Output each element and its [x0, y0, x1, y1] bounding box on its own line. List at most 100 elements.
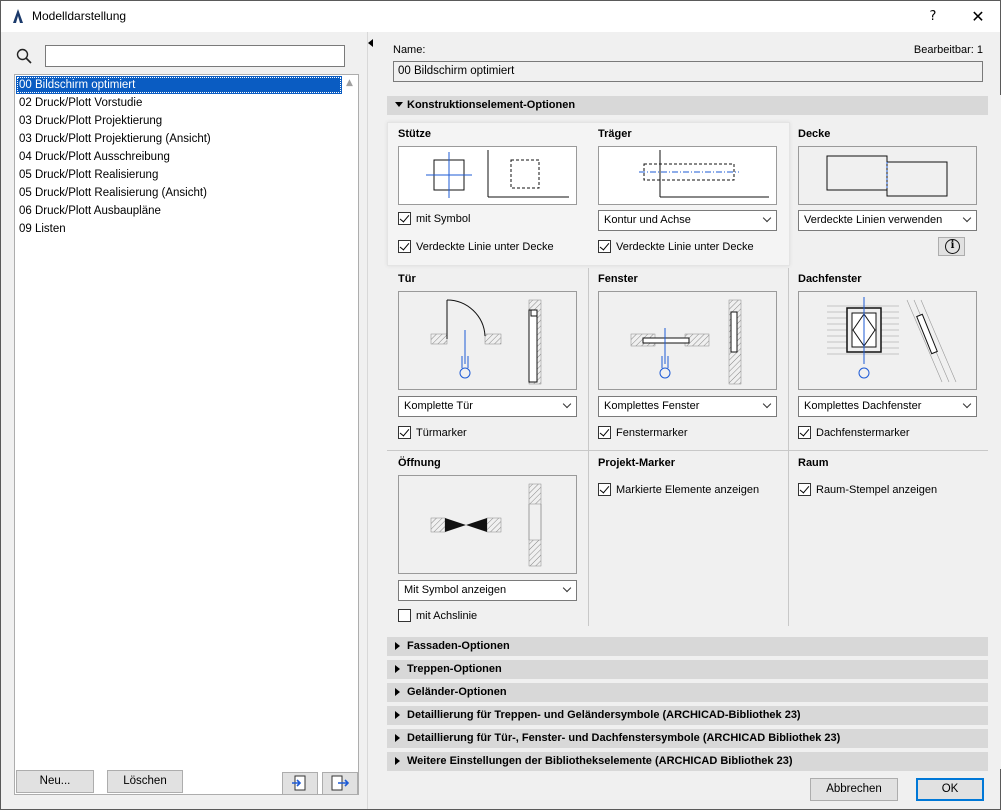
section-title: Konstruktionselement-Optionen — [407, 99, 576, 111]
beam-symbol-icon — [639, 150, 769, 198]
checkbox-icon[interactable] — [398, 609, 411, 622]
window-title: Fenster — [598, 273, 638, 285]
list-item[interactable]: 05 Druck/Plott Realisierung — [16, 166, 342, 184]
checkbox-icon[interactable] — [598, 426, 611, 439]
slab-preview — [798, 146, 977, 205]
dropdown-value: Mit Symbol anzeigen — [404, 584, 507, 596]
editable-label: Bearbeitbar: 1 — [913, 44, 983, 56]
import-button[interactable] — [282, 772, 318, 795]
beam-hidden-line-checkbox[interactable]: Verdeckte Linie unter Decke — [598, 240, 754, 254]
section-railing-options[interactable]: Geländer-Optionen — [387, 683, 988, 702]
collapsed-triangle-icon — [395, 757, 400, 765]
name-field[interactable]: 00 Bildschirm optimiert — [393, 61, 983, 82]
checkbox-label: Verdeckte Linie unter Decke — [616, 241, 754, 253]
project-marker-title: Projekt-Marker — [598, 457, 676, 469]
checkbox-label: Markierte Elemente anzeigen — [616, 484, 760, 496]
checkbox-icon[interactable] — [398, 212, 411, 225]
section-library-settings[interactable]: Weitere Einstellungen der Bibliotheksele… — [387, 752, 988, 771]
chevron-down-icon — [962, 213, 972, 223]
opening-display-dropdown[interactable]: Mit Symbol anzeigen — [398, 580, 577, 601]
search-input[interactable] — [45, 45, 345, 67]
model-display-dialog: Modelldarstellung ? ✕ 00 Bildschirm opti… — [0, 0, 1001, 810]
info-icon: i — [945, 239, 960, 254]
slab-title: Decke — [798, 128, 831, 140]
title-bar: Modelldarstellung ? ✕ — [1, 1, 1000, 32]
window-display-dropdown[interactable]: Komplettes Fenster — [598, 396, 777, 417]
collapsed-triangle-icon — [395, 642, 400, 650]
dropdown-value: Kontur und Achse — [604, 214, 691, 226]
with-symbol-checkbox[interactable]: mit Symbol — [398, 212, 470, 226]
scroll-up-icon[interactable]: ▲ — [342, 76, 357, 91]
help-button[interactable]: ? — [911, 1, 955, 32]
chevron-down-icon — [562, 399, 572, 409]
door-title: Tür — [398, 273, 416, 285]
door-display-dropdown[interactable]: Komplette Tür — [398, 396, 577, 417]
slab-display-dropdown[interactable]: Verdeckte Linien verwenden — [798, 210, 977, 231]
name-label: Name: — [393, 44, 426, 56]
column-symbol-icon — [426, 150, 569, 198]
info-button[interactable]: i — [938, 237, 965, 256]
list-item[interactable]: 02 Druck/Plott Vorstudie — [16, 94, 342, 112]
dropdown-value: Komplettes Dachfenster — [804, 400, 922, 412]
list-item[interactable]: 05 Druck/Plott Realisierung (Ansicht) — [16, 184, 342, 202]
checkbox-icon[interactable] — [798, 483, 811, 496]
beam-display-dropdown[interactable]: Kontur und Achse — [598, 210, 777, 231]
show-room-stamp-checkbox[interactable]: Raum-Stempel anzeigen — [798, 483, 937, 497]
cell-opening: Öffnung Mit Symbol anzeigen mit Achslini… — [388, 453, 588, 628]
list-scrollbar[interactable]: ▲ ▼ — [342, 76, 357, 793]
export-icon — [331, 775, 350, 791]
section-title: Fassaden-Optionen — [407, 640, 510, 652]
archicad-app-icon — [13, 9, 23, 23]
hidden-line-below-slab-checkbox[interactable]: Verdeckte Linie unter Decke — [398, 240, 554, 254]
skylight-marker-checkbox[interactable]: Dachfenstermarker — [798, 426, 910, 440]
checkbox-icon[interactable] — [598, 483, 611, 496]
opening-title: Öffnung — [398, 457, 441, 469]
list-item[interactable]: 03 Druck/Plott Projektierung — [16, 112, 342, 130]
close-button[interactable]: ✕ — [956, 1, 1000, 32]
opening-symbol-icon — [430, 483, 542, 567]
cell-column: Stütze mit Symbol Verdeckte Linie unter … — [388, 124, 588, 264]
section-stair-railing-detail[interactable]: Detaillierung für Treppen- und Geländers… — [387, 706, 988, 725]
section-stair-options[interactable]: Treppen-Optionen — [387, 660, 988, 679]
checkbox-icon[interactable] — [598, 240, 611, 253]
window-marker-checkbox[interactable]: Fenstermarker — [598, 426, 688, 440]
collapse-panel-icon[interactable] — [368, 39, 373, 47]
delete-button[interactable]: Löschen — [107, 770, 183, 793]
cancel-button[interactable]: Abbrechen — [810, 778, 898, 801]
ok-button[interactable]: OK — [916, 778, 984, 801]
door-marker-checkbox[interactable]: Türmarker — [398, 426, 467, 440]
dropdown-value: Verdeckte Linien verwenden — [804, 214, 943, 226]
opening-preview — [398, 475, 577, 574]
checkbox-icon[interactable] — [798, 426, 811, 439]
list-item[interactable]: 09 Listen — [16, 220, 342, 238]
cell-skylight: Dachfenster Komplettes Dachfenster Dachf… — [788, 269, 988, 449]
checkbox-label: Verdeckte Linie unter Decke — [416, 241, 554, 253]
checkbox-label: Raum-Stempel anzeigen — [816, 484, 938, 496]
list-item[interactable]: 00 Bildschirm optimiert — [16, 76, 342, 94]
list-item[interactable]: 04 Druck/Plott Ausschreibung — [16, 148, 342, 166]
chevron-down-icon — [762, 399, 772, 409]
checkbox-label: Fenstermarker — [616, 427, 688, 439]
checkbox-icon[interactable] — [398, 240, 411, 253]
section-construction-options[interactable]: Konstruktionselement-Optionen — [387, 96, 988, 115]
cell-project-marker: Projekt-Marker Markierte Elemente anzeig… — [588, 453, 788, 628]
list-item[interactable]: 06 Druck/Plott Ausbaupläne — [16, 202, 342, 220]
new-button[interactable]: Neu... — [16, 770, 94, 793]
divider — [387, 450, 988, 451]
checkbox-icon[interactable] — [398, 426, 411, 439]
right-scrollbar[interactable] — [994, 95, 1001, 769]
cell-window: Fenster Komplettes Fenster Fenstermarker — [588, 269, 788, 449]
checkbox-label: mit Achslinie — [416, 610, 478, 622]
section-facade-options[interactable]: Fassaden-Optionen — [387, 637, 988, 656]
with-axis-line-checkbox[interactable]: mit Achslinie — [398, 609, 477, 623]
section-door-window-detail[interactable]: Detaillierung für Tür-, Fenster- und Dac… — [387, 729, 988, 748]
show-marked-elements-checkbox[interactable]: Markierte Elemente anzeigen — [598, 483, 759, 497]
beam-title: Träger — [598, 128, 632, 140]
cell-slab: Decke Verdeckte Linien verwenden i — [788, 124, 988, 264]
section-title: Geländer-Optionen — [407, 686, 507, 698]
export-button[interactable] — [322, 772, 358, 795]
door-preview — [398, 291, 577, 390]
skylight-display-dropdown[interactable]: Komplettes Dachfenster — [798, 396, 977, 417]
list-item[interactable]: 03 Druck/Plott Projektierung (Ansicht) — [16, 130, 342, 148]
checkbox-label: mit Symbol — [416, 213, 471, 225]
